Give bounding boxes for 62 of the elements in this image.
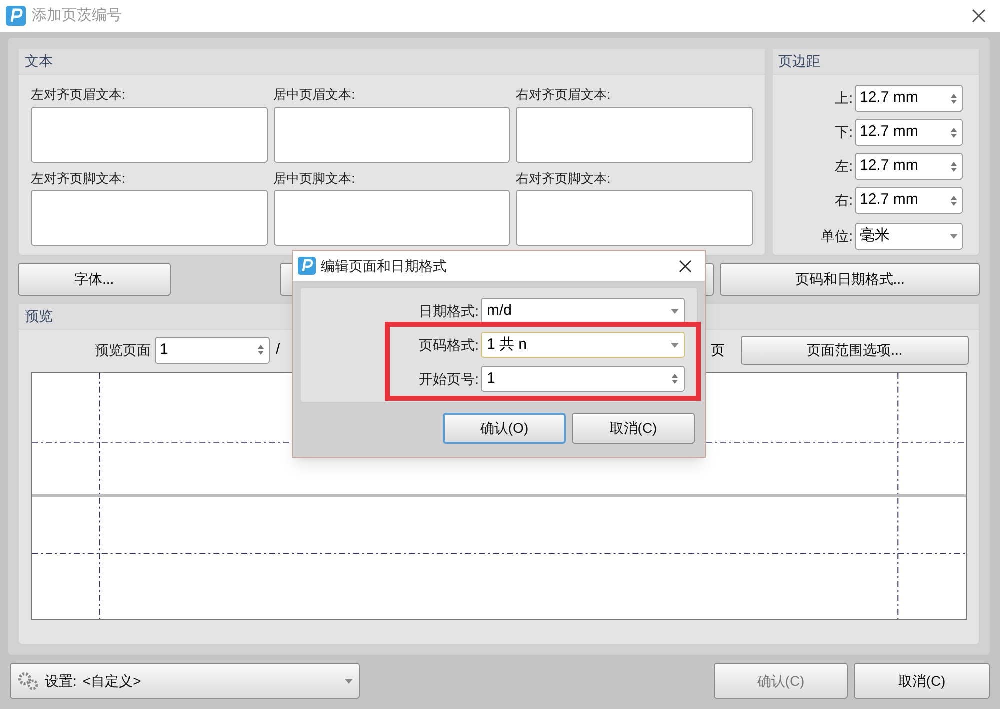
field-label: 上: [835,89,853,108]
spinner-arrows-icon [950,126,958,138]
spinner-field[interactable]: 12.7 mm [855,85,963,112]
window-title: 添加页茨编号 [32,6,122,26]
caret-icon [345,678,353,684]
unit-dropdown[interactable]: 毫米 [855,223,963,250]
field-label: 居中页眉文本: [274,86,356,104]
format-dropdown[interactable]: 1 共 n [481,332,685,358]
gears-icon [17,671,39,691]
field-label: 页码格式: [419,336,479,354]
dialog-title: 编辑页面和日期格式 [321,256,447,276]
page-spinner[interactable]: 1 [155,336,270,364]
page-range-button[interactable]: 页面范围选项... [741,336,969,364]
group-title: 页边距 [778,52,821,71]
field-label: 预览页面 [95,340,151,360]
font-button[interactable]: 字体... [18,263,171,296]
settings-value: <自定义> [82,672,142,690]
settings-dropdown[interactable]: 设置: <自定义> [10,663,360,699]
field-label: 下: [835,123,853,142]
format-button[interactable]: 页码和日期格式... [720,263,980,296]
close-icon[interactable] [972,9,986,23]
field-label: 开始页号: [419,370,479,388]
spinner-arrows-icon [671,373,679,385]
format-dropdown[interactable]: m/d [481,298,685,324]
text-field[interactable] [274,106,510,162]
text-field[interactable] [516,106,753,162]
text-field[interactable] [516,190,753,246]
pages-suffix: 页 [711,340,725,360]
field-label: 右: [835,191,853,210]
field-label: 左对齐页眉文本: [31,86,127,104]
app-logo-icon [298,257,316,275]
spinner-arrows-icon [950,92,958,104]
field-label: 左: [835,157,853,176]
text-field[interactable] [274,190,510,246]
caret-icon [671,342,679,348]
cancel-button[interactable]: 取消(C) [572,413,695,444]
field-label: 左对齐页脚文本: [31,170,127,188]
spinner-field[interactable]: 12.7 mm [855,119,963,146]
field-label: 右对齐页脚文本: [516,170,612,188]
group-title: 文本 [25,52,53,71]
spinner-field[interactable]: 12.7 mm [855,187,963,214]
spinner-arrows-icon [950,194,958,206]
spinner-arrows-icon [950,160,958,172]
spinner-field[interactable]: 12.7 mm [855,153,963,180]
ok-button[interactable]: 确认(C) [714,663,848,699]
text-field[interactable] [31,190,268,246]
caret-icon [671,308,679,314]
spinner-arrows-icon [257,344,265,356]
caret-icon [950,234,958,239]
page-separator: / [276,340,280,360]
field-label: 右对齐页眉文本: [516,86,612,104]
cancel-button[interactable]: 取消(C) [854,663,990,699]
text-field[interactable] [31,106,268,162]
app-logo-icon [6,6,26,26]
spinner-field[interactable]: 1 [481,366,685,392]
confirm-button[interactable]: 确认(O) [443,413,566,444]
close-icon[interactable] [679,260,692,272]
field-label: 居中页脚文本: [274,170,356,188]
settings-label: 设置: [45,672,77,690]
field-label: 日期格式: [419,302,479,320]
group-title: 预览 [25,307,53,326]
field-label: 单位: [821,227,853,246]
